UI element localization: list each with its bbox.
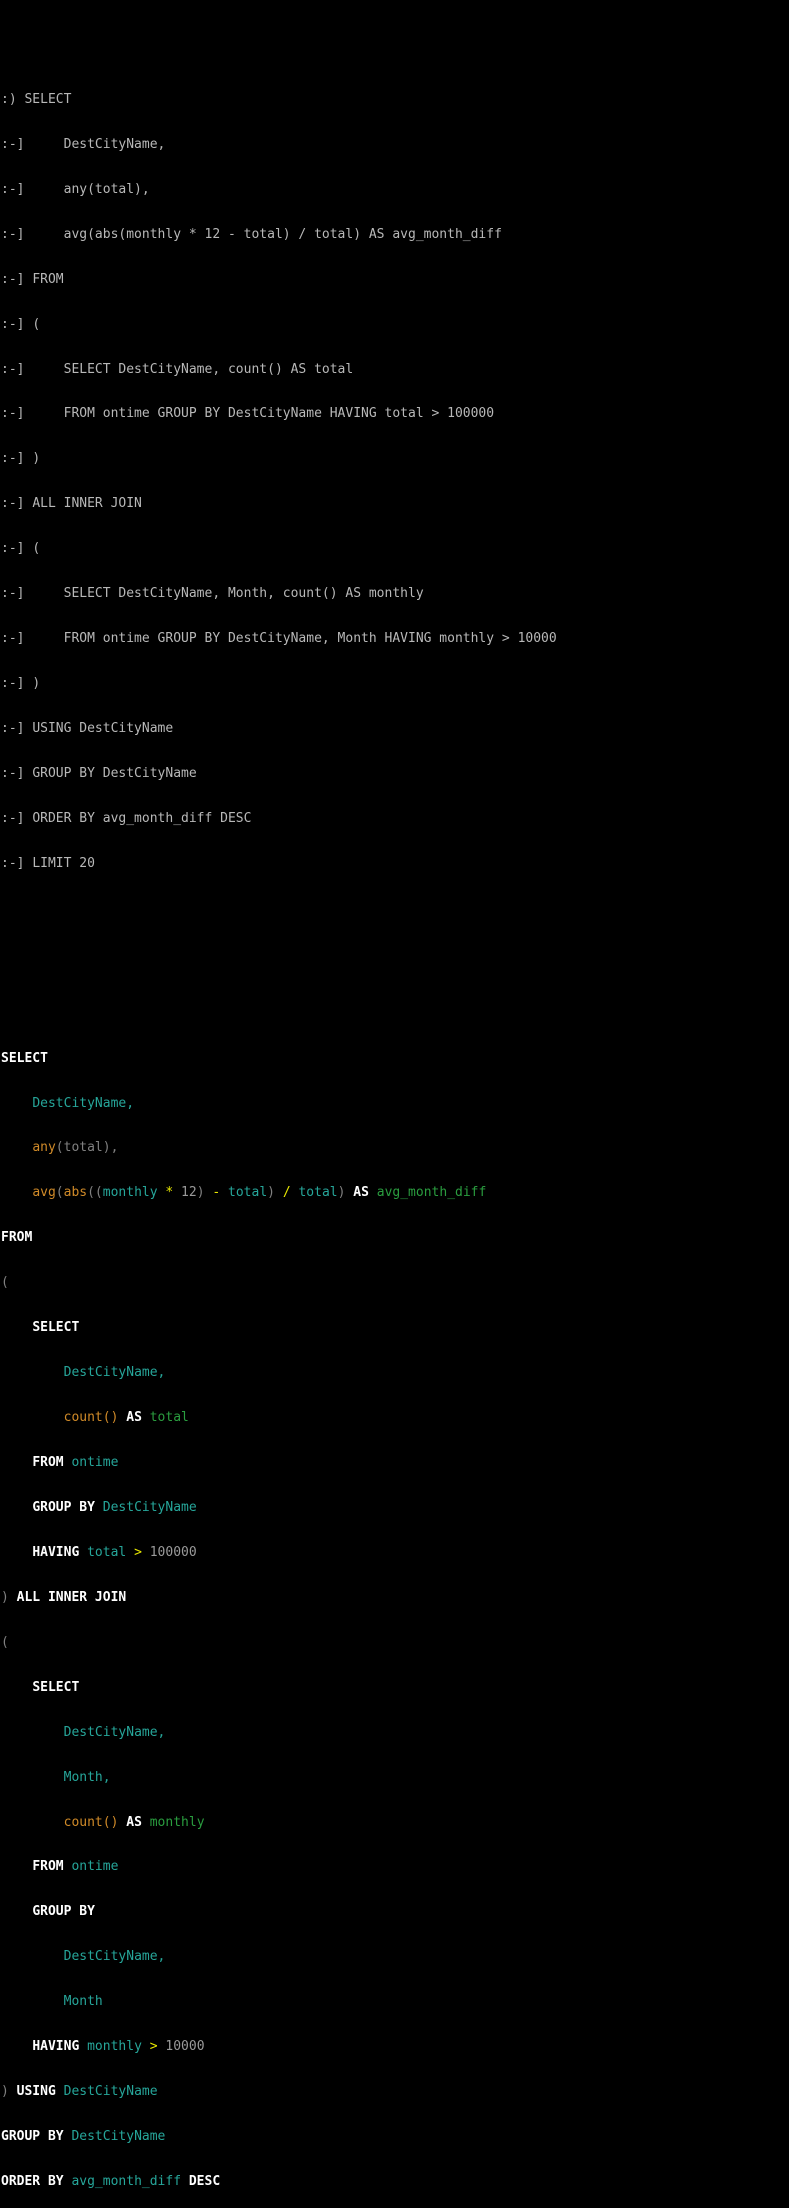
prompt-symbol: :-] <box>1 586 24 601</box>
echo-text: SELECT DestCityName, count() AS total <box>32 362 353 377</box>
prompt-symbol: :-] <box>1 227 24 242</box>
echo-text: SELECT DestCityName, Month, count() AS m… <box>32 586 423 601</box>
echo-text: ) <box>32 676 40 691</box>
prompt-symbol: :) <box>1 92 17 107</box>
query-line: SELECT <box>1 1051 789 1066</box>
query-line: ORDER BY avg_month_diff DESC <box>1 2174 789 2189</box>
query-line: DestCityName, <box>1 1725 789 1740</box>
echo-line: :-] SELECT DestCityName, Month, count() … <box>1 586 789 601</box>
query-line: SELECT <box>1 1320 789 1335</box>
echo-line: :-] LIMIT 20 <box>1 856 789 871</box>
echoed-query-block: :) SELECT :-] DestCityName, :-] any(tota… <box>1 62 789 901</box>
query-line: GROUP BY DestCityName <box>1 1500 789 1515</box>
query-line: ) ALL INNER JOIN <box>1 1590 789 1605</box>
echo-line: :-] FROM ontime GROUP BY DestCityName HA… <box>1 406 789 421</box>
echo-text: LIMIT 20 <box>32 856 95 871</box>
echo-line: :) SELECT <box>1 92 789 107</box>
echo-line: :-] DestCityName, <box>1 137 789 152</box>
query-line: DestCityName, <box>1 1096 789 1111</box>
prompt-symbol: :-] <box>1 721 24 736</box>
echo-line: :-] ) <box>1 451 789 466</box>
query-line: Month <box>1 1994 789 2009</box>
echo-text: avg(abs(monthly * 12 - total) / total) A… <box>32 227 502 242</box>
prompt-symbol: :-] <box>1 856 24 871</box>
echo-line: :-] any(total), <box>1 182 789 197</box>
echo-text: ) <box>32 451 40 466</box>
echo-line: :-] ( <box>1 317 789 332</box>
query-line: HAVING monthly > 10000 <box>1 2039 789 2054</box>
query-line: count() AS monthly <box>1 1815 789 1830</box>
echo-text: SELECT <box>24 92 71 107</box>
echo-text: FROM ontime GROUP BY DestCityName HAVING… <box>32 406 494 421</box>
echo-text: ORDER BY avg_month_diff DESC <box>32 811 251 826</box>
echo-text: FROM <box>32 272 63 287</box>
echo-line: :-] ALL INNER JOIN <box>1 496 789 511</box>
echo-text: ALL INNER JOIN <box>32 496 142 511</box>
echo-text: USING DestCityName <box>32 721 173 736</box>
prompt-symbol: :-] <box>1 317 24 332</box>
query-line: ( <box>1 1635 789 1650</box>
echo-text: DestCityName, <box>32 137 165 152</box>
prompt-symbol: :-] <box>1 676 24 691</box>
echo-line: :-] GROUP BY DestCityName <box>1 766 789 781</box>
echo-text: any(total), <box>32 182 149 197</box>
query-line: FROM <box>1 1230 789 1245</box>
prompt-symbol: :-] <box>1 451 24 466</box>
query-line: FROM ontime <box>1 1859 789 1874</box>
query-line: ) USING DestCityName <box>1 2084 789 2099</box>
query-line: DestCityName, <box>1 1949 789 1964</box>
formatted-query-block: SELECT DestCityName, any(total), avg(abs… <box>1 1021 789 2208</box>
prompt-symbol: :-] <box>1 631 24 646</box>
query-line: DestCityName, <box>1 1365 789 1380</box>
prompt-symbol: :-] <box>1 182 24 197</box>
prompt-symbol: :-] <box>1 272 24 287</box>
echo-line: :-] ORDER BY avg_month_diff DESC <box>1 811 789 826</box>
prompt-symbol: :-] <box>1 811 24 826</box>
echo-line: :-] avg(abs(monthly * 12 - total) / tota… <box>1 227 789 242</box>
echo-text: FROM ontime GROUP BY DestCityName, Month… <box>32 631 556 646</box>
query-line: ( <box>1 1275 789 1290</box>
echo-text: ( <box>32 317 40 332</box>
prompt-symbol: :-] <box>1 406 24 421</box>
prompt-symbol: :-] <box>1 362 24 377</box>
echo-line: :-] SELECT DestCityName, count() AS tota… <box>1 362 789 377</box>
query-line: avg(abs((monthly * 12) - total) / total)… <box>1 1185 789 1200</box>
blank-line <box>1 946 789 961</box>
query-line: count() AS total <box>1 1410 789 1425</box>
echo-line: :-] ) <box>1 676 789 691</box>
prompt-symbol: :-] <box>1 766 24 781</box>
echo-text: GROUP BY DestCityName <box>32 766 196 781</box>
echo-line: :-] FROM ontime GROUP BY DestCityName, M… <box>1 631 789 646</box>
prompt-symbol: :-] <box>1 137 24 152</box>
echo-text: ( <box>32 541 40 556</box>
echo-line: :-] ( <box>1 541 789 556</box>
terminal-window[interactable]: :) SELECT :-] DestCityName, :-] any(tota… <box>0 0 789 2208</box>
query-line: FROM ontime <box>1 1455 789 1470</box>
echo-line: :-] USING DestCityName <box>1 721 789 736</box>
query-line: Month, <box>1 1770 789 1785</box>
query-line: GROUP BY <box>1 1904 789 1919</box>
query-line: any(total), <box>1 1140 789 1155</box>
query-line: SELECT <box>1 1680 789 1695</box>
prompt-symbol: :-] <box>1 496 24 511</box>
query-line: GROUP BY DestCityName <box>1 2129 789 2144</box>
prompt-symbol: :-] <box>1 541 24 556</box>
query-line: HAVING total > 100000 <box>1 1545 789 1560</box>
echo-line: :-] FROM <box>1 272 789 287</box>
